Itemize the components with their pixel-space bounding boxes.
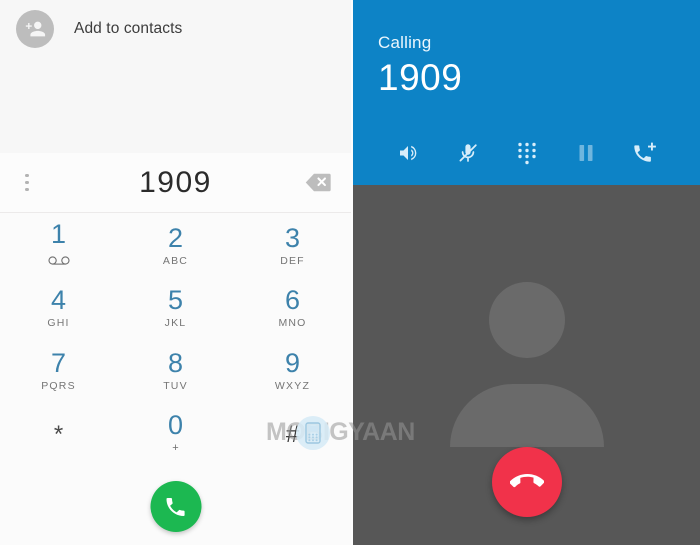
dialpad-key-hash[interactable]: #	[234, 402, 351, 465]
dialer-panel: Add to contacts 1909 1 2 ABC 3 DEF 4 GHI…	[0, 0, 415, 545]
dialpad-key-0-digit: 0	[167, 410, 184, 441]
avatar-head	[488, 282, 565, 358]
dialpad-key-7[interactable]: 7 PQRS	[0, 339, 117, 402]
call-status-label: Calling	[378, 33, 432, 52]
speaker-icon[interactable]	[391, 138, 427, 168]
dialpad-key-9[interactable]: 9 WXYZ	[234, 339, 351, 402]
dialpad-key-8-digit: 8	[167, 347, 184, 378]
dialpad-key-5-letters: JKL	[164, 317, 187, 330]
dialpad-key-4-letters: GHI	[47, 317, 70, 330]
call-actions-bar	[353, 138, 700, 168]
add-call-icon[interactable]	[627, 138, 663, 168]
in-call-panel: Calling 1909	[353, 0, 700, 545]
voicemail-icon	[47, 252, 70, 270]
dialpad-key-1[interactable]: 1	[0, 214, 117, 277]
call-button[interactable]	[150, 481, 201, 532]
dialpad-key-star-digit: *	[53, 420, 64, 448]
dialpad-key-2-letters: ABC	[162, 254, 189, 267]
end-call-button[interactable]	[491, 447, 562, 517]
person-placeholder-icon	[447, 282, 607, 447]
dialpad-key-3-digit: 3	[284, 222, 301, 253]
dialpad-key-star[interactable]: *	[0, 402, 117, 465]
avatar-body	[449, 384, 604, 447]
dialpad-key-6[interactable]: 6 MNO	[234, 277, 351, 340]
dialpad-key-7-digit: 7	[50, 347, 67, 378]
dialpad-key-2-digit: 2	[167, 222, 184, 253]
dialpad-key-0-plus: +	[172, 442, 179, 455]
dialpad-icon[interactable]	[509, 138, 545, 168]
pause-icon[interactable]	[568, 138, 604, 168]
dialpad-key-7-letters: PQRS	[41, 379, 76, 392]
add-to-contacts-button[interactable]: Add to contacts	[16, 10, 182, 48]
dialpad-key-2[interactable]: 2 ABC	[117, 214, 234, 277]
backspace-icon[interactable]	[303, 172, 333, 194]
number-display-bar: 1909	[0, 153, 351, 213]
dialpad-key-hash-digit: #	[285, 420, 300, 448]
dialpad-key-5-digit: 5	[167, 285, 184, 316]
dialpad-key-6-letters: MNO	[278, 317, 307, 330]
dialpad-key-6-digit: 6	[284, 285, 301, 316]
dialpad-key-8[interactable]: 8 TUV	[117, 339, 234, 402]
phone-icon	[166, 497, 185, 516]
dialpad-key-1-digit: 1	[50, 219, 67, 250]
person-add-icon	[16, 10, 54, 48]
add-to-contacts-label: Add to contacts	[74, 20, 183, 37]
dialpad-key-3-letters: DEF	[280, 254, 305, 267]
dialpad-key-3[interactable]: 3 DEF	[234, 214, 351, 277]
dialpad-key-8-letters: TUV	[163, 379, 188, 392]
dialed-number-display[interactable]: 1909	[0, 153, 351, 212]
call-number-label: 1909	[378, 57, 463, 98]
dialpad-key-4-digit: 4	[50, 285, 67, 316]
screenshot-root: Add to contacts 1909 1 2 ABC 3 DEF 4 GHI…	[0, 0, 700, 545]
dialpad-key-9-digit: 9	[284, 347, 301, 378]
call-end-icon	[509, 473, 544, 488]
dialpad-grid: 1 2 ABC 3 DEF 4 GHI 5 JKL 6 MNO 7 PQRS 8…	[0, 214, 351, 464]
mic-off-icon[interactable]	[450, 138, 486, 168]
call-header: Calling 1909	[353, 0, 700, 185]
dialpad-key-9-letters: WXYZ	[274, 379, 311, 392]
dialpad-key-5[interactable]: 5 JKL	[117, 277, 234, 340]
contact-header: Add to contacts	[0, 0, 351, 153]
dialpad-key-0[interactable]: 0 +	[117, 402, 234, 465]
dialpad-key-4[interactable]: 4 GHI	[0, 277, 117, 340]
